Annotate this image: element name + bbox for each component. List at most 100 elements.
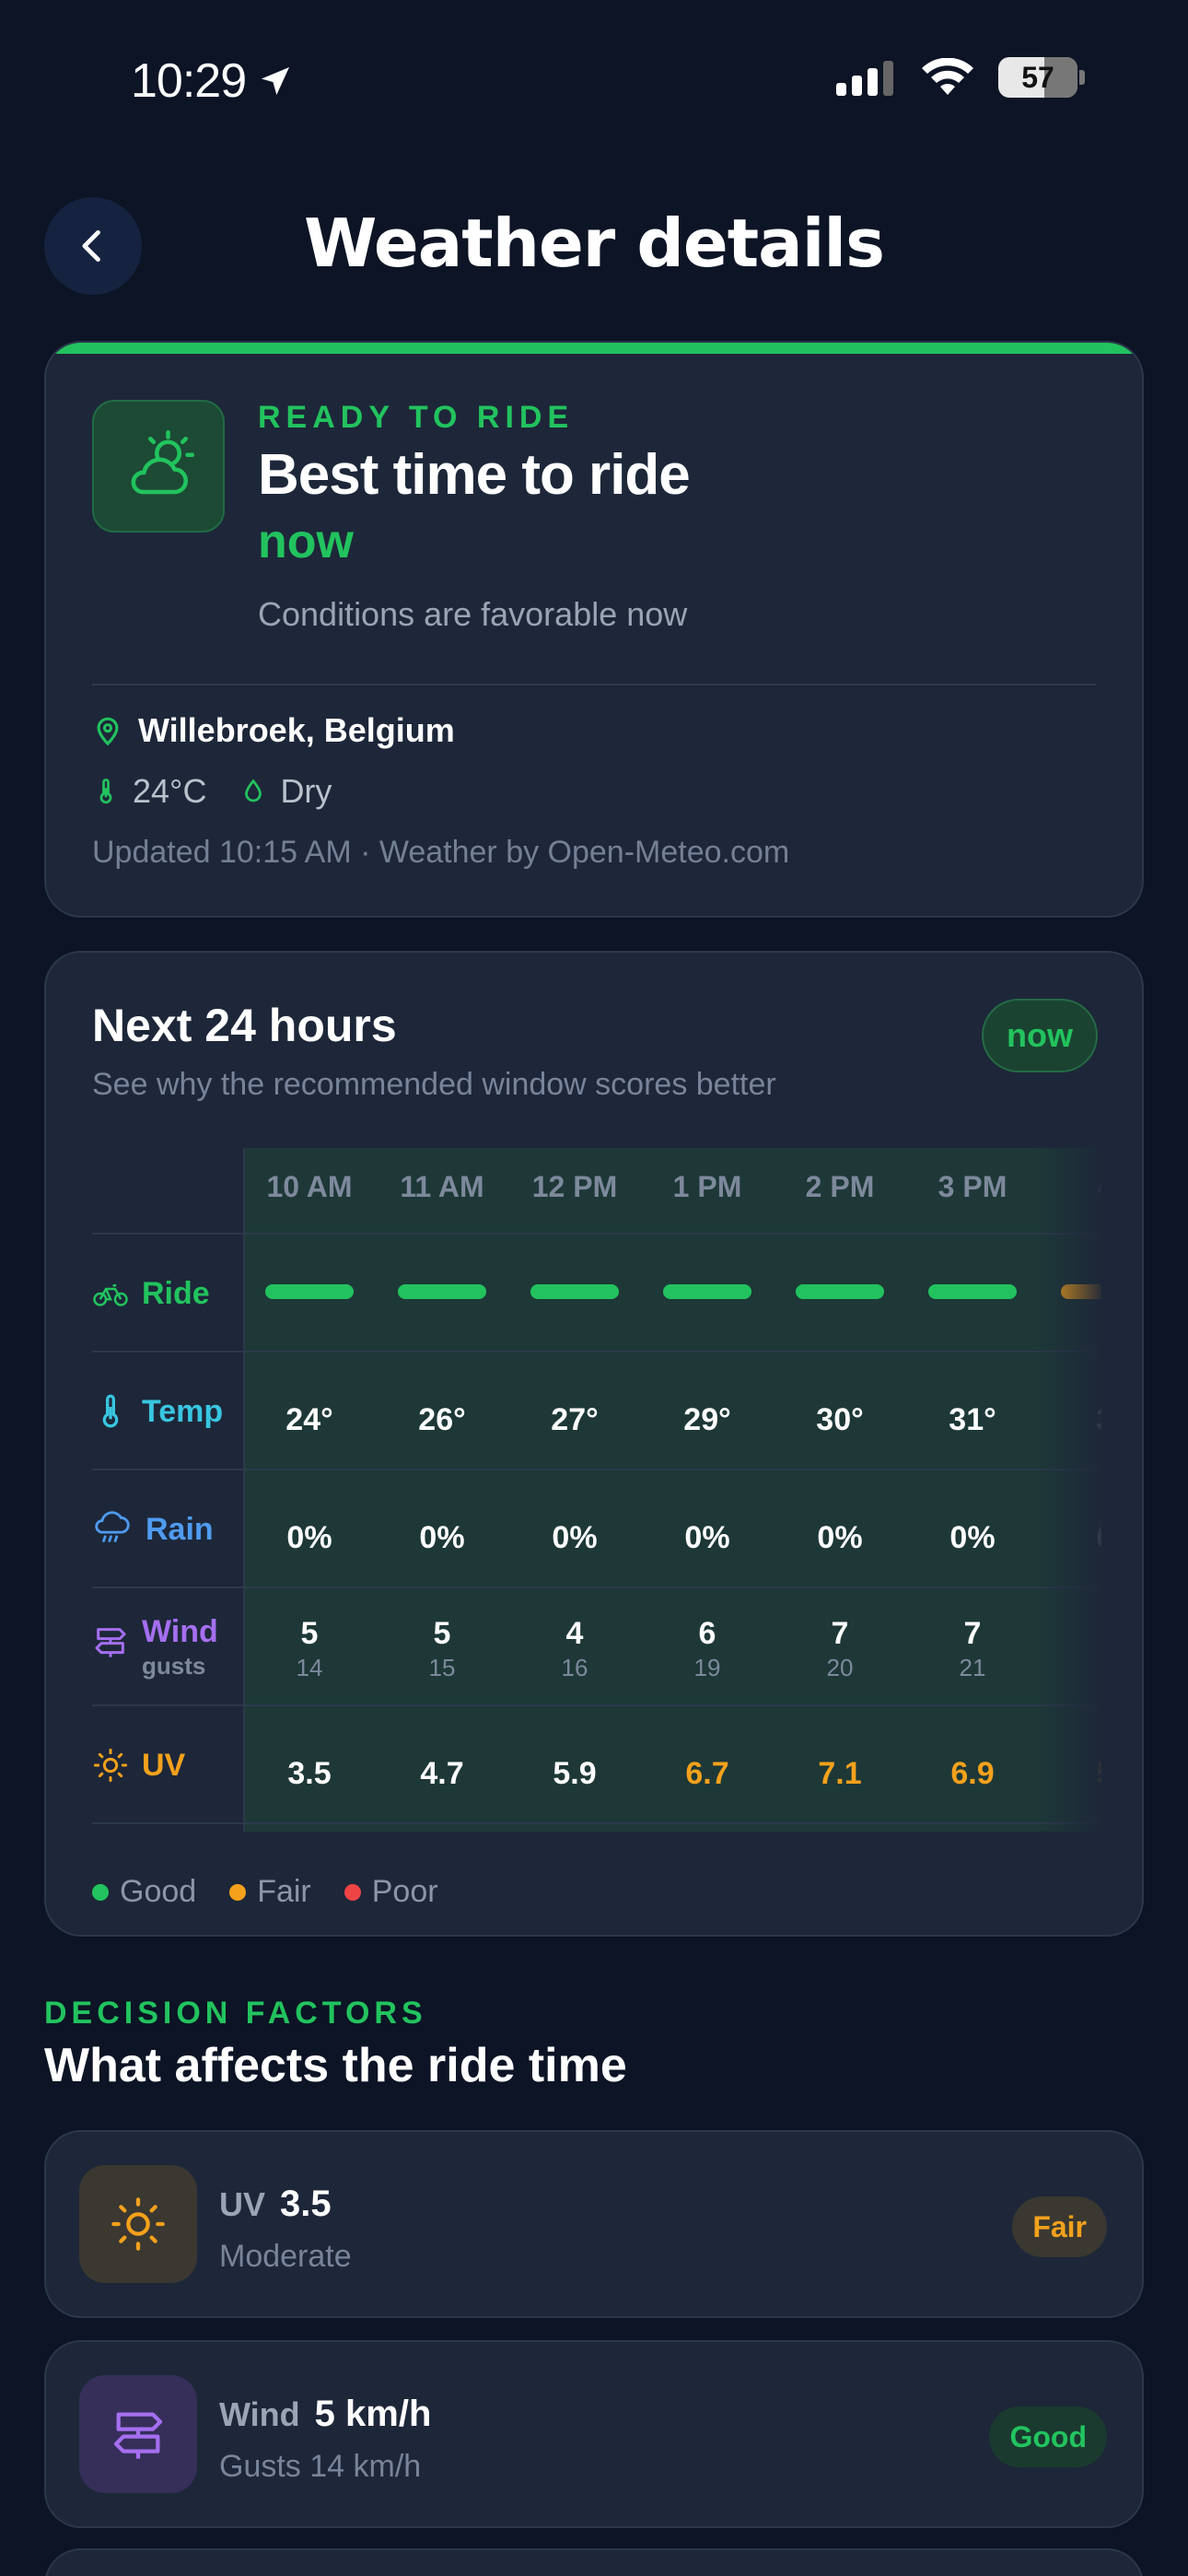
location-text: Willebroek, Belgium: [138, 711, 455, 749]
temp-value: 31°: [949, 1402, 996, 1437]
factor-name: Wind 5 km/h: [219, 2394, 431, 2435]
legend-good: Good: [92, 1874, 196, 1910]
wind-speed: 5: [300, 1616, 319, 1651]
uv-value: 4.7: [420, 1756, 464, 1791]
uv-value: 5.9: [553, 1756, 597, 1791]
wind-speed: 7: [963, 1616, 982, 1651]
wifi-icon: [922, 58, 973, 95]
bicycle-icon: [93, 1284, 128, 1306]
wind-gust: 20: [826, 1654, 854, 1681]
signpost-icon: [95, 1628, 126, 1657]
row-label-uv: UV: [92, 1738, 243, 1793]
wind-gust: 19: [693, 1654, 721, 1681]
wind-gust: 14: [296, 1654, 323, 1681]
partly-cloudy-icon: [131, 429, 195, 495]
row-label-uv-text: UV: [142, 1747, 186, 1783]
temp-value: 30°: [816, 1402, 864, 1437]
ride-headline: Best time to ride: [258, 443, 691, 507]
map-pin-icon: [97, 717, 119, 746]
factor-card-wind[interactable]: Wind 5 km/h Gusts 14 km/h Good: [44, 2340, 1144, 2528]
wind-value: 7 20: [774, 1616, 906, 1682]
battery-indicator: 57: [998, 57, 1085, 98]
factor-icon-box: [79, 2375, 197, 2493]
wind-gust: 15: [428, 1654, 456, 1681]
temp-value: 29°: [683, 1402, 731, 1437]
status-time: 10:29: [131, 53, 294, 109]
status-time-text: 10:29: [131, 54, 247, 108]
ride-score-bar: [796, 1284, 884, 1299]
factor-rating-badge: Good: [989, 2406, 1107, 2467]
wind-value: 6 19: [641, 1616, 774, 1682]
rain-value: 0%: [684, 1520, 730, 1555]
divider: [92, 684, 1096, 685]
rain-value: 0%: [419, 1520, 465, 1555]
legend-fair: Fair: [229, 1874, 311, 1910]
row-label-ride-text: Ride: [142, 1275, 210, 1311]
wind-speed: 6: [698, 1616, 716, 1651]
wind-value: 7 21: [906, 1616, 1039, 1682]
row-label-wind: Wind gusts: [92, 1614, 243, 1680]
factor-rating-badge: Fair: [1012, 2196, 1107, 2257]
forecast-grid[interactable]: Ride Temp Rain Wind gusts UV 10 AM 24° 0% 5…: [92, 1148, 1101, 1832]
legend-fair-label: Fair: [257, 1874, 311, 1909]
ride-window: now: [258, 515, 354, 568]
rain-value: 0%: [286, 1520, 332, 1555]
hour-label: 12 PM: [531, 1170, 618, 1203]
recommended-window-highlight: [243, 1148, 1101, 1832]
grid-divider: [92, 1822, 1101, 1824]
uv-value: 7.1: [818, 1756, 862, 1791]
uv-value: 3.5: [287, 1756, 332, 1791]
hour-label: 1 PM: [672, 1170, 742, 1203]
hour-label: 11 AM: [400, 1170, 484, 1203]
grid-divider: [92, 1351, 1101, 1352]
row-label-wind-text: Wind: [142, 1614, 218, 1649]
cellular-signal-icon: [836, 61, 893, 96]
status-indicators: 57: [836, 57, 1085, 98]
decision-factors-title: What affects the ride time: [44, 2039, 627, 2092]
rain-value: 0%: [817, 1520, 863, 1555]
factor-name: UV 3.5: [219, 2184, 332, 2225]
battery-level: 57: [1021, 60, 1054, 94]
factor-card-next[interactable]: [44, 2548, 1144, 2576]
ride-recommendation-card: READY TO RIDE Best time to ride now Cond…: [44, 341, 1144, 918]
temperature-text: 24°C: [133, 772, 207, 810]
ride-score-bar: [398, 1284, 486, 1299]
ride-score-bar: [928, 1284, 1017, 1299]
grid-divider: [243, 1148, 245, 1832]
factor-description: Moderate: [219, 2239, 352, 2274]
uv-value: 6.9: [950, 1756, 995, 1791]
grid-divider: [92, 1469, 1101, 1470]
rain-value: 0%: [949, 1520, 996, 1555]
factor-name-text: Wind: [219, 2395, 300, 2433]
now-badge[interactable]: now: [982, 999, 1098, 1072]
factor-icon-box: [79, 2165, 197, 2283]
wind-value: 4 16: [508, 1616, 641, 1682]
row-label-temp-text: Temp: [142, 1393, 224, 1429]
signpost-icon: [113, 2412, 163, 2459]
ride-status-eyebrow: READY TO RIDE: [258, 400, 575, 435]
wind-gust: 21: [959, 1654, 986, 1681]
sun-icon: [111, 2197, 165, 2251]
ride-score-bar: [265, 1284, 354, 1299]
factor-description: Gusts 14 km/h: [219, 2449, 422, 2484]
scroll-fade: [1037, 1148, 1101, 1832]
ride-score-bar: [530, 1284, 619, 1299]
ride-score-bar: [663, 1284, 751, 1299]
legend-poor: Poor: [344, 1874, 438, 1910]
forecast-title: Next 24 hours: [92, 1000, 397, 1051]
decision-factors-eyebrow: DECISION FACTORS: [44, 1996, 427, 2031]
grid-divider: [92, 1587, 1101, 1588]
wind-value: 5 15: [376, 1616, 508, 1682]
temp-value: 24°: [285, 1402, 333, 1437]
forecast-card: Next 24 hours See why the recommended wi…: [44, 951, 1144, 1937]
updated-text: Updated 10:15 AM · Weather by Open-Meteo…: [92, 835, 790, 870]
droplet-icon: [245, 779, 262, 802]
rain-value: 0%: [552, 1520, 598, 1555]
legend-good-label: Good: [120, 1874, 197, 1909]
temp-value: 27°: [551, 1402, 599, 1437]
current-conditions-row: 24°C Dry: [92, 772, 332, 811]
page-title: Weather details: [304, 205, 885, 282]
forecast-subtitle: See why the recommended window scores be…: [92, 1067, 776, 1102]
row-label-ride: Ride: [92, 1266, 243, 1321]
factor-card-uv[interactable]: UV 3.5 Moderate Fair: [44, 2130, 1144, 2318]
